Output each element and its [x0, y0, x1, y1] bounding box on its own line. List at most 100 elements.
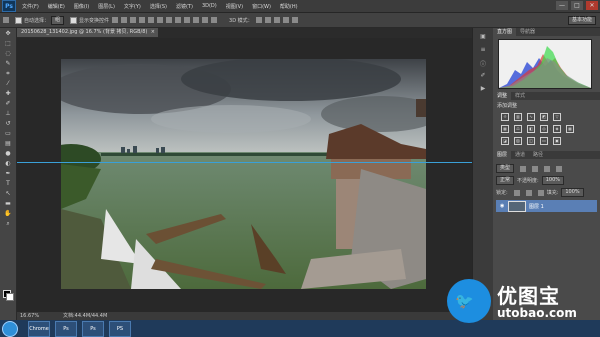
- tab-layers[interactable]: 图层: [493, 151, 512, 159]
- path-select-tool-icon[interactable]: ↖: [3, 190, 13, 198]
- zoom-tool-icon[interactable]: ⌕: [3, 220, 13, 228]
- 3d-pan-icon[interactable]: [273, 17, 280, 23]
- 3d-scale-icon[interactable]: [291, 17, 298, 23]
- tab-channels[interactable]: 通道: [511, 151, 529, 159]
- taskbar-photoshop-2[interactable]: Ps: [82, 321, 104, 337]
- filter-pixel-icon[interactable]: [520, 165, 527, 172]
- posterize-icon[interactable]: ▨: [514, 137, 522, 145]
- distribute-right-icon[interactable]: [211, 17, 218, 23]
- hue-saturation-icon[interactable]: ▦: [501, 125, 509, 133]
- distribute-top-icon[interactable]: [166, 17, 173, 23]
- align-bottom-icon[interactable]: [130, 17, 137, 23]
- info-panel-icon[interactable]: ⓘ: [478, 59, 488, 68]
- tab-paths[interactable]: 路径: [529, 151, 547, 159]
- gradient-tool-icon[interactable]: ▤: [3, 140, 13, 148]
- filter-adjustment-icon[interactable]: [532, 165, 539, 172]
- align-middle-icon[interactable]: [121, 17, 128, 23]
- menu-3d[interactable]: 3D(D): [202, 3, 217, 9]
- filter-shape-icon[interactable]: [556, 165, 563, 172]
- quick-select-tool-icon[interactable]: ✎: [3, 60, 13, 68]
- auto-select-dropdown[interactable]: 组: [51, 15, 65, 25]
- menu-view[interactable]: 视图(V): [226, 3, 243, 10]
- menu-select[interactable]: 选择(S): [150, 3, 167, 10]
- distribute-center-icon[interactable]: [202, 17, 209, 23]
- layer-name[interactable]: 图层 1: [529, 203, 544, 210]
- invert-icon[interactable]: ◪: [501, 137, 509, 145]
- black-white-icon[interactable]: ◧: [527, 125, 535, 133]
- healing-brush-tool-icon[interactable]: ✚: [3, 90, 13, 98]
- lock-pixels-icon[interactable]: [513, 189, 520, 196]
- menu-type[interactable]: 文字(Y): [124, 3, 141, 10]
- move-tool-icon[interactable]: ✥: [3, 30, 13, 38]
- menu-window[interactable]: 窗口(W): [252, 3, 271, 10]
- distribute-bottom-icon[interactable]: [184, 17, 191, 23]
- eyedropper-tool-icon[interactable]: ⁄: [3, 80, 13, 88]
- pen-tool-icon[interactable]: ✒: [3, 170, 13, 178]
- document-size[interactable]: 文档:44.4M/44.4M: [63, 312, 107, 320]
- menu-image[interactable]: 图像(I): [74, 3, 89, 10]
- eraser-tool-icon[interactable]: ▭: [3, 130, 13, 138]
- fill-field[interactable]: 100%: [561, 188, 584, 197]
- 3d-rotate-icon[interactable]: [255, 17, 262, 23]
- curves-icon[interactable]: ∿: [527, 113, 535, 121]
- auto-select-option[interactable]: 自动选择： 组: [15, 15, 65, 25]
- align-right-icon[interactable]: [157, 17, 164, 23]
- 3d-slide-icon[interactable]: [282, 17, 289, 23]
- brightness-contrast-icon[interactable]: ☼: [501, 113, 509, 121]
- blend-mode-dropdown[interactable]: 正常: [496, 176, 515, 185]
- zoom-level[interactable]: 16.67%: [20, 312, 39, 320]
- align-left-icon[interactable]: [139, 17, 146, 23]
- vibrance-icon[interactable]: ▽: [553, 113, 561, 121]
- minimize-button[interactable]: —: [556, 1, 568, 10]
- crop-tool-icon[interactable]: ⌗: [3, 70, 13, 78]
- tab-styles[interactable]: 样式: [511, 92, 529, 100]
- actions-panel-icon[interactable]: ▶: [478, 85, 488, 93]
- layer-row[interactable]: ◉ 图层 1: [496, 200, 597, 212]
- lasso-tool-icon[interactable]: ◌: [3, 50, 13, 58]
- channel-mixer-icon[interactable]: ◈: [553, 125, 561, 133]
- document-tab[interactable]: 20150628_131402.jpg @ 16.7% (背景 拷贝, RGB/…: [17, 28, 158, 37]
- gradient-map-icon[interactable]: ▭: [540, 137, 548, 145]
- auto-select-checkbox[interactable]: [15, 16, 22, 24]
- tab-navigator[interactable]: 导航器: [516, 28, 539, 36]
- start-button[interactable]: [2, 321, 18, 337]
- color-lookup-icon[interactable]: ▦: [566, 125, 574, 133]
- marquee-tool-icon[interactable]: ⬚: [3, 40, 13, 48]
- lock-all-icon[interactable]: [537, 189, 544, 196]
- history-brush-tool-icon[interactable]: ↺: [3, 120, 13, 128]
- lock-position-icon[interactable]: [525, 189, 532, 196]
- distribute-middle-icon[interactable]: [175, 17, 182, 23]
- move-tool-preset-icon[interactable]: [3, 17, 9, 23]
- dodge-tool-icon[interactable]: ◐: [3, 160, 13, 168]
- align-center-icon[interactable]: [148, 17, 155, 23]
- filter-type-icon[interactable]: [544, 165, 551, 172]
- menu-help[interactable]: 帮助(H): [280, 3, 298, 10]
- align-top-icon[interactable]: [112, 17, 119, 23]
- opacity-field[interactable]: 100%: [541, 176, 564, 185]
- blur-tool-icon[interactable]: ●: [3, 150, 13, 158]
- exposure-icon[interactable]: ◩: [540, 113, 548, 121]
- show-transform-option[interactable]: 显示变换控件: [70, 16, 109, 24]
- history-panel-icon[interactable]: ▣: [478, 33, 488, 41]
- clone-stamp-tool-icon[interactable]: ⊥: [3, 110, 13, 118]
- menu-filter[interactable]: 滤镜(T): [176, 3, 193, 10]
- menu-file[interactable]: 文件(F): [22, 3, 39, 10]
- levels-icon[interactable]: ▥: [514, 113, 522, 121]
- maximize-button[interactable]: □: [571, 1, 583, 10]
- distribute-left-icon[interactable]: [193, 17, 200, 23]
- visibility-eye-icon[interactable]: ◉: [500, 203, 505, 209]
- tab-histogram[interactable]: 直方图: [493, 28, 517, 36]
- hand-tool-icon[interactable]: ✋: [3, 210, 13, 218]
- color-balance-icon[interactable]: ⚖: [514, 125, 522, 133]
- properties-panel-icon[interactable]: ≡: [478, 46, 488, 54]
- close-document-icon[interactable]: ×: [151, 28, 155, 37]
- menu-layer[interactable]: 图层(L): [98, 3, 115, 10]
- document-image[interactable]: [61, 59, 426, 289]
- brush-tool-icon[interactable]: ✐: [3, 100, 13, 108]
- photo-filter-icon[interactable]: ◎: [540, 125, 548, 133]
- tab-adjustments[interactable]: 调整: [493, 92, 512, 100]
- threshold-icon[interactable]: ◫: [527, 137, 535, 145]
- close-button[interactable]: ✕: [586, 1, 598, 10]
- taskbar-photoshop-1[interactable]: Ps: [55, 321, 77, 337]
- shape-tool-icon[interactable]: ▬: [3, 200, 13, 208]
